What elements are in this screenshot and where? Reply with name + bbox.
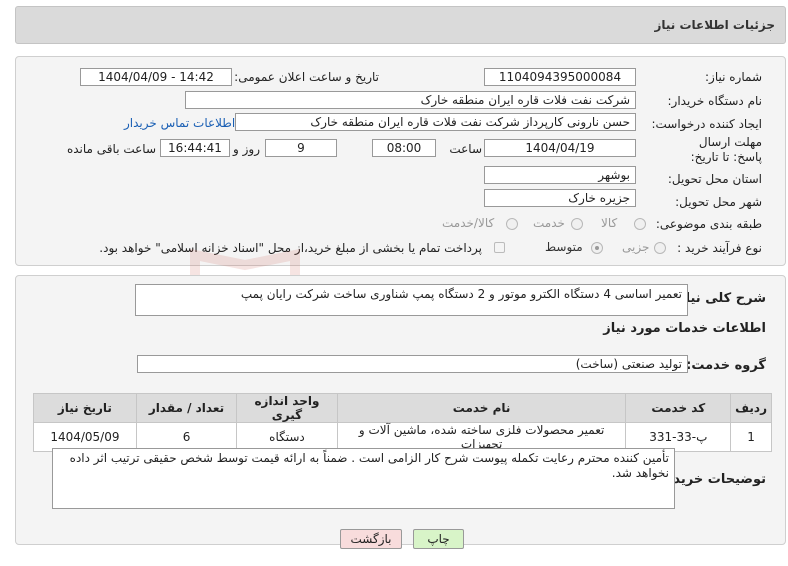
announce-label: تاریخ و ساعت اعلان عمومی:: [234, 70, 379, 84]
days-label: روز و: [233, 142, 260, 156]
col-row: ردیف: [730, 393, 772, 423]
deadline-label: مهلت ارسال پاسخ: تا تاریخ:: [690, 135, 762, 164]
province-label: استان محل تحویل:: [667, 172, 762, 186]
service-group-label: گروه خدمت:: [686, 358, 766, 373]
col-code: کد خدمت: [625, 393, 732, 423]
province-field: بوشهر: [484, 166, 636, 184]
print-button[interactable]: چاپ: [413, 529, 464, 549]
process-radio-medium[interactable]: [591, 242, 603, 254]
creator-field: حسن نارونی کارپرداز شرکت نفت فلات قاره ا…: [235, 113, 636, 131]
category-label: طبقه بندی موضوعی:: [655, 217, 762, 231]
announce-date-field: 1404/04/09 - 14:42: [80, 68, 232, 86]
treasury-note: پرداخت تمام یا بخشی از مبلغ خرید،از محل …: [99, 241, 482, 255]
process-radio-minor[interactable]: [654, 242, 666, 254]
deadline-date-field: 1404/04/19: [484, 139, 636, 157]
need-info-panel: [15, 56, 786, 266]
page-title: جزئیات اطلاعات نیاز: [654, 18, 775, 32]
need-number-label: شماره نیاز:: [705, 70, 762, 84]
back-button[interactable]: بازگشت: [340, 529, 402, 549]
cell-row: 1: [730, 422, 772, 452]
process-option-medium: متوسط: [545, 240, 583, 254]
buyer-contact-link[interactable]: اطلاعات تماس خریدار: [124, 116, 235, 130]
services-section-title: اطلاعات خدمات مورد نیاز: [603, 321, 766, 336]
process-label: نوع فرآیند خرید :: [677, 241, 762, 255]
category-option-goods: کالا: [601, 216, 618, 230]
remaining-days-field: 9: [265, 139, 337, 157]
buyer-notes-textarea[interactable]: تأمین کننده محترم رعایت تکمله پیوست شرح …: [52, 448, 675, 509]
buyer-field: شرکت نفت فلات قاره ایران منطقه خارک: [185, 91, 636, 109]
col-date: تاریخ نیاز: [33, 393, 137, 423]
buyer-label: نام دستگاه خریدار:: [667, 94, 763, 108]
col-name: نام خدمت: [336, 393, 627, 423]
col-unit: واحد اندازه گیری: [236, 393, 338, 423]
summary-textarea[interactable]: تعمیر اساسی 4 دستگاه الکترو موتور و 2 دس…: [135, 284, 688, 316]
category-option-service: خدمت: [533, 216, 565, 230]
remaining-time-field: 16:44:41: [160, 139, 230, 157]
services-table-header: ردیف کد خدمت نام خدمت واحد اندازه گیری ت…: [33, 393, 772, 423]
need-number-field: 1104094395000084: [484, 68, 636, 86]
treasury-checkbox[interactable]: [494, 242, 505, 253]
services-table: ردیف کد خدمت نام خدمت واحد اندازه گیری ت…: [33, 393, 772, 452]
col-qty: تعداد / مقدار: [135, 393, 238, 423]
city-field: جزیره خارک: [484, 189, 636, 207]
service-group-field: تولید صنعتی (ساخت): [137, 355, 688, 373]
remaining-label: ساعت باقی مانده: [66, 142, 156, 156]
deadline-time-label: ساعت: [449, 142, 482, 156]
deadline-time-field: 08:00: [372, 139, 436, 157]
category-option-goods-service: کالا/خدمت: [442, 216, 495, 230]
category-radio-goods[interactable]: [634, 218, 646, 230]
city-label: شهر محل تحویل:: [675, 195, 762, 209]
page-header: جزئیات اطلاعات نیاز: [15, 6, 786, 44]
category-radio-service[interactable]: [571, 218, 583, 230]
process-option-minor: جزیی: [622, 240, 650, 254]
creator-label: ایجاد کننده درخواست:: [651, 117, 762, 131]
category-radio-goods-service[interactable]: [506, 218, 518, 230]
